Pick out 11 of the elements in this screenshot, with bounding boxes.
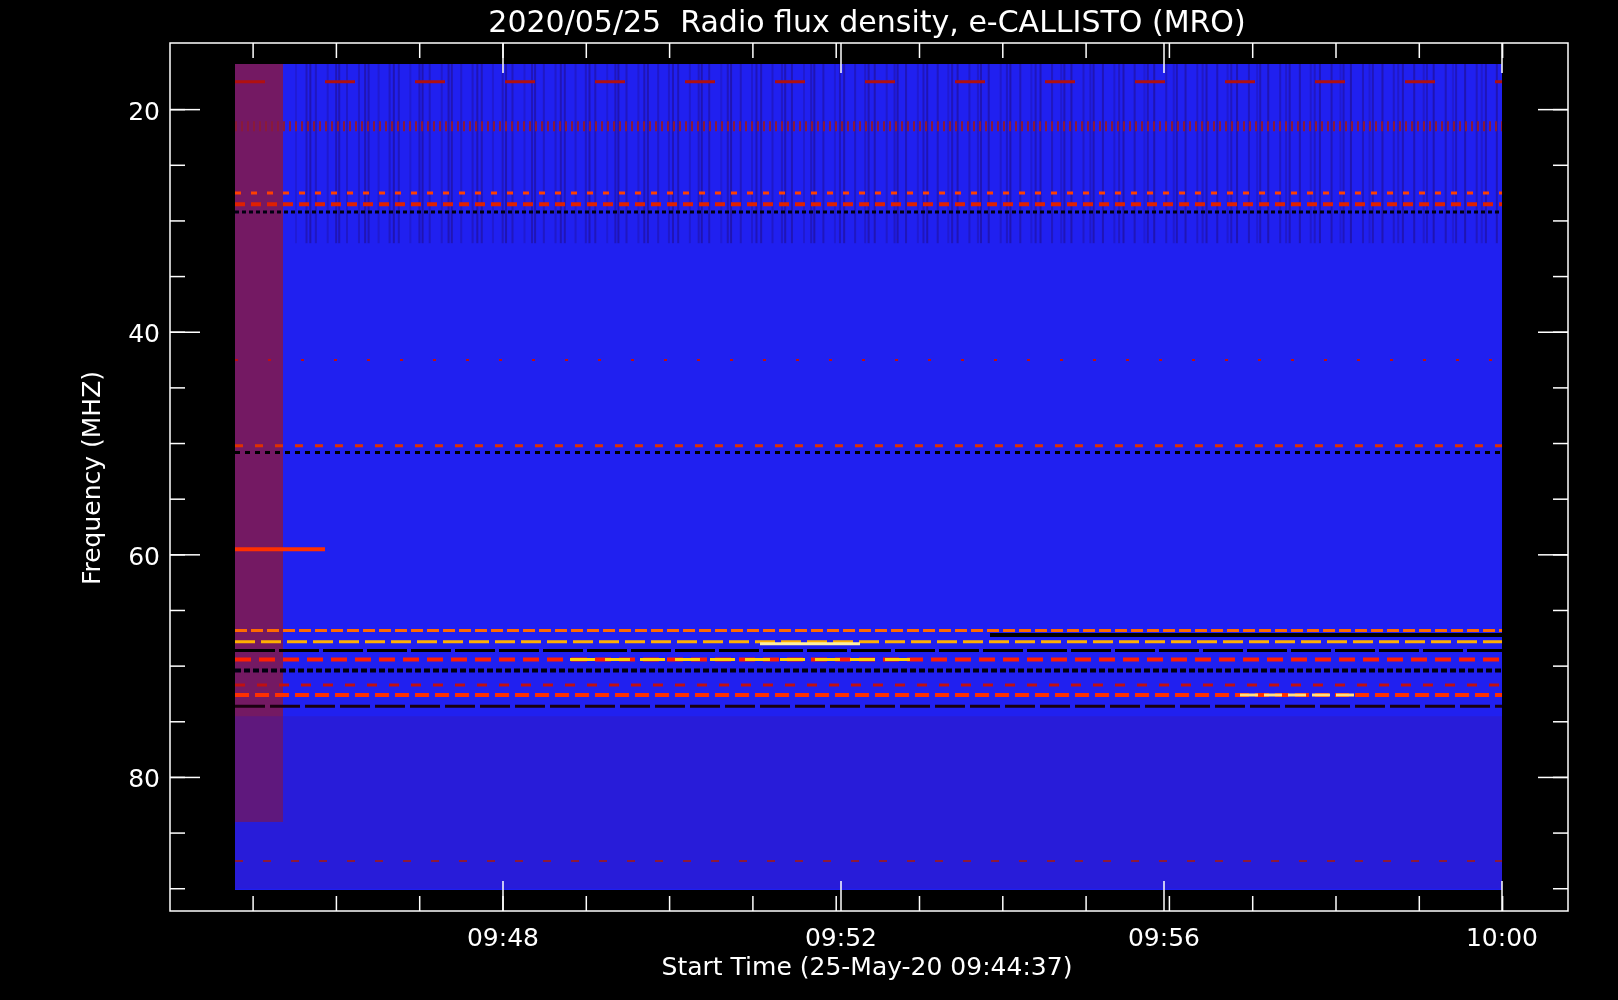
x-tick-label: 09:48 (467, 923, 539, 952)
y-tick-label: 40 (128, 319, 160, 349)
x-axis-label: Start Time (25-May-20 09:44:37) (661, 952, 1073, 981)
y-tick-label: 80 (128, 764, 160, 794)
y-tick-label: 60 (128, 541, 160, 571)
plot-title: 2020/05/25 Radio flux density, e-CALLISTO (MRO) (488, 4, 1246, 39)
x-tick-label: 09:52 (805, 923, 877, 952)
y-tick-label: 20 (128, 96, 160, 126)
x-tick-label: 10:00 (1466, 923, 1538, 952)
x-tick-label: 09:56 (1128, 923, 1200, 952)
y-axis-label: Frequency (MHZ) (77, 370, 106, 586)
